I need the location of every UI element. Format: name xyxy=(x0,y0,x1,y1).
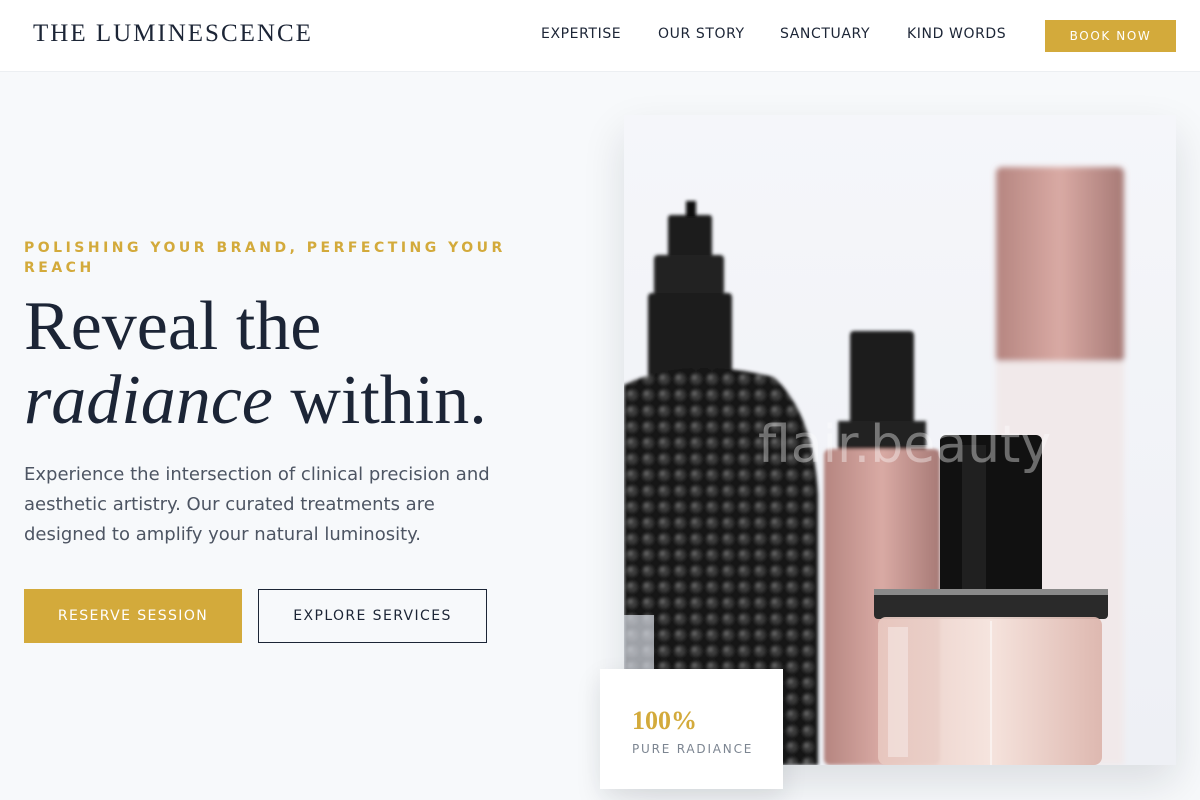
stat-value: 100% xyxy=(632,706,697,735)
headline-line-2-rest: within. xyxy=(272,362,487,439)
reserve-session-button[interactable]: RESERVE SESSION xyxy=(24,589,242,643)
stat-card: 100% PURE RADIANCE xyxy=(600,669,783,789)
nav-link-kind-words[interactable]: KIND WORDS xyxy=(907,26,1006,42)
stat-label: PURE RADIANCE xyxy=(632,742,754,756)
hero-eyebrow: POLISHING YOUR BRAND, PERFECTING YOUR RE… xyxy=(24,240,506,276)
headline-line-1: Reveal the xyxy=(24,288,322,365)
main-nav: EXPERTISE OUR STORY SANCTUARY KIND WORDS xyxy=(0,26,1200,46)
hero-product-image: flair.beauty xyxy=(624,115,1176,765)
image-watermark: flair.beauty xyxy=(758,415,1052,475)
nav-link-expertise[interactable]: EXPERTISE xyxy=(541,26,621,42)
hero-description: Experience the intersection of clinical … xyxy=(24,464,490,545)
site-header: THE LUMINESCENCE EXPERTISE OUR STORY SAN… xyxy=(0,0,1200,72)
headline-italic-word: radiance xyxy=(24,362,273,439)
explore-services-button[interactable]: EXPLORE SERVICES xyxy=(258,589,487,643)
book-now-button[interactable]: BOOK NOW xyxy=(1045,20,1176,52)
nav-link-our-story[interactable]: OUR STORY xyxy=(658,26,745,42)
nav-link-sanctuary[interactable]: SANCTUARY xyxy=(780,26,870,42)
hero-headline: Reveal the radiance within. xyxy=(24,290,584,438)
